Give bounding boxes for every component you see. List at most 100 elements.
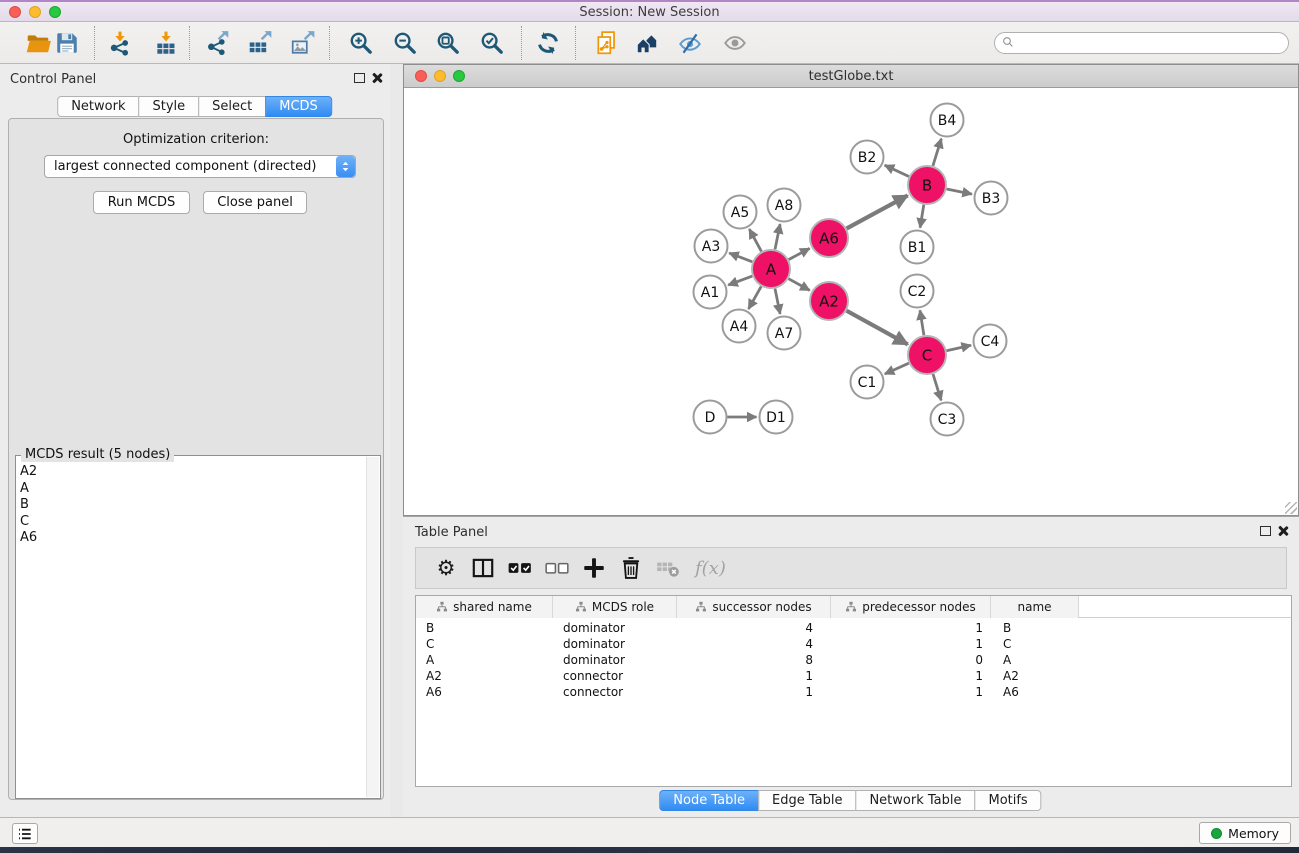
mcds-result-item[interactable]: A2 (20, 464, 362, 481)
column-header-successor-nodes[interactable]: successor nodes (677, 596, 831, 618)
mcds-result-item[interactable]: C (20, 514, 362, 531)
save-session-icon[interactable] (53, 29, 81, 57)
close-panel-icon[interactable] (372, 72, 383, 83)
table-row[interactable]: A2connector11A2 (416, 668, 1291, 684)
open-file-icon[interactable] (24, 29, 52, 57)
first-neighbors-icon[interactable] (633, 29, 661, 57)
tab-style[interactable]: Style (138, 96, 199, 117)
node-B3[interactable]: B3 (975, 182, 1008, 215)
node-A7[interactable]: A7 (768, 317, 801, 350)
column-header-predecessor-nodes[interactable]: predecessor nodes (831, 596, 991, 618)
show-all-icon[interactable] (721, 29, 749, 57)
criterion-dropdown[interactable]: largest connected component (directed) (44, 155, 356, 178)
task-history-button[interactable] (12, 823, 38, 844)
cell-predecessor-nodes[interactable]: 1 (831, 668, 991, 684)
tab-network[interactable]: Network (57, 96, 139, 117)
table-row[interactable]: Bdominator41B (416, 620, 1291, 636)
search-input[interactable] (1017, 34, 1282, 52)
node-C4[interactable]: C4 (974, 325, 1007, 358)
table-row[interactable]: A6connector11A6 (416, 684, 1291, 700)
cell-shared-name[interactable]: A6 (416, 684, 553, 700)
zoom-fit-icon[interactable] (434, 29, 462, 57)
tab-mcds[interactable]: MCDS (265, 96, 332, 117)
mcds-result-item[interactable]: B (20, 497, 362, 514)
cell-predecessor-nodes[interactable]: 0 (831, 652, 991, 668)
cell-predecessor-nodes[interactable]: 1 (831, 684, 991, 700)
node-A1[interactable]: A1 (694, 276, 727, 309)
node-A5[interactable]: A5 (724, 196, 757, 229)
close-panel-button[interactable]: Close panel (203, 191, 307, 214)
mcds-result-item[interactable]: A (20, 481, 362, 498)
zoom-out-icon[interactable] (391, 29, 419, 57)
import-network-icon[interactable] (106, 29, 134, 57)
mcds-result-list[interactable]: A2ABCA6 (20, 464, 362, 794)
node-A8[interactable]: A8 (768, 189, 801, 222)
column-header-MCDS-role[interactable]: MCDS role (553, 596, 677, 618)
cell-MCDS-role[interactable]: connector (553, 684, 677, 700)
cell-shared-name[interactable]: A2 (416, 668, 553, 684)
import-table-icon[interactable] (152, 29, 180, 57)
cell-name[interactable]: A (991, 652, 1079, 668)
export-image-icon[interactable] (289, 29, 317, 57)
column-header-name[interactable]: name (991, 596, 1079, 618)
delete-column-icon[interactable] (617, 554, 645, 582)
cell-name[interactable]: A6 (991, 684, 1079, 700)
cell-successor-nodes[interactable]: 4 (677, 620, 831, 636)
tab-network-table[interactable]: Network Table (855, 790, 975, 811)
cell-shared-name[interactable]: C (416, 636, 553, 652)
float-table-panel-icon[interactable] (1260, 526, 1271, 536)
table-options-icon[interactable]: ⚙ (432, 554, 460, 582)
node-B[interactable]: B (908, 166, 946, 204)
search-box[interactable] (994, 32, 1289, 54)
cell-name[interactable]: A2 (991, 668, 1079, 684)
node-A6[interactable]: A6 (810, 219, 848, 257)
new-network-from-selection-icon[interactable] (593, 29, 621, 57)
node-B1[interactable]: B1 (901, 231, 934, 264)
node-D1[interactable]: D1 (760, 401, 793, 434)
cell-predecessor-nodes[interactable]: 1 (831, 636, 991, 652)
cell-shared-name[interactable]: A (416, 652, 553, 668)
node-D[interactable]: D (694, 401, 727, 434)
cell-name[interactable]: B (991, 620, 1079, 636)
cell-shared-name[interactable]: B (416, 620, 553, 636)
cell-successor-nodes[interactable]: 1 (677, 668, 831, 684)
mcds-result-item[interactable]: A6 (20, 530, 362, 547)
show-column-icon[interactable] (469, 554, 497, 582)
zoom-selected-icon[interactable] (478, 29, 506, 57)
select-all-rows-icon[interactable] (506, 554, 534, 582)
node-B4[interactable]: B4 (931, 104, 964, 137)
cell-successor-nodes[interactable]: 4 (677, 636, 831, 652)
tab-motifs[interactable]: Motifs (974, 790, 1041, 811)
node-C[interactable]: C (908, 336, 946, 374)
cell-MCDS-role[interactable]: connector (553, 668, 677, 684)
resize-handle-icon[interactable] (1285, 502, 1297, 514)
tab-edge-table[interactable]: Edge Table (758, 790, 856, 811)
cell-predecessor-nodes[interactable]: 1 (831, 620, 991, 636)
export-network-icon[interactable] (204, 29, 232, 57)
node-C3[interactable]: C3 (931, 403, 964, 436)
node-A3[interactable]: A3 (695, 230, 728, 263)
float-panel-icon[interactable] (354, 73, 365, 83)
node-A[interactable]: A (752, 250, 790, 288)
node-A4[interactable]: A4 (723, 310, 756, 343)
export-table-icon[interactable] (246, 29, 274, 57)
cell-MCDS-role[interactable]: dominator (553, 652, 677, 668)
node-C2[interactable]: C2 (901, 275, 934, 308)
add-column-icon[interactable] (580, 554, 608, 582)
column-header-shared-name[interactable]: shared name (416, 596, 553, 618)
run-mcds-button[interactable]: Run MCDS (93, 191, 190, 214)
node-B2[interactable]: B2 (851, 141, 884, 174)
node-table[interactable]: shared nameMCDS rolesuccessor nodesprede… (415, 595, 1292, 787)
refresh-icon[interactable] (534, 29, 562, 57)
table-row[interactable]: Cdominator41C (416, 636, 1291, 652)
table-row[interactable]: Adominator80A (416, 652, 1291, 668)
hide-selected-icon[interactable] (676, 29, 704, 57)
cell-MCDS-role[interactable]: dominator (553, 636, 677, 652)
zoom-in-icon[interactable] (347, 29, 375, 57)
tab-node-table[interactable]: Node Table (659, 790, 759, 811)
close-table-panel-icon[interactable] (1278, 525, 1289, 536)
deselect-all-rows-icon[interactable] (543, 554, 571, 582)
node-C1[interactable]: C1 (851, 366, 884, 399)
cell-successor-nodes[interactable]: 1 (677, 684, 831, 700)
mcds-result-scrollbar[interactable] (366, 457, 379, 797)
